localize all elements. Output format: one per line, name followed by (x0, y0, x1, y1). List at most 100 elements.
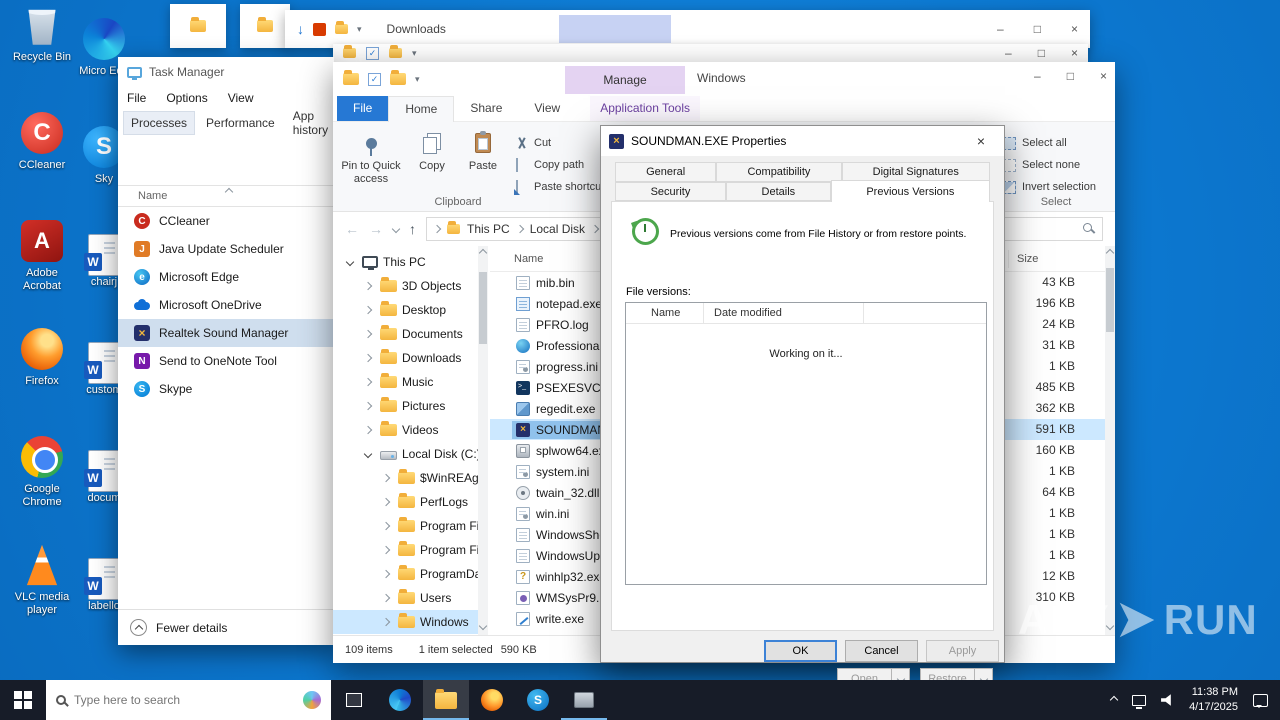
expander-icon[interactable] (363, 401, 373, 411)
back-button[interactable]: ← (345, 222, 359, 236)
expander-icon[interactable] (363, 329, 373, 339)
taskbar-clock[interactable]: 11:38 PM 4/17/2025 (1189, 685, 1238, 715)
desktop-icon-vlc-media-player[interactable]: VLC media player (6, 544, 78, 652)
menu-options[interactable]: Options (166, 91, 207, 105)
tab-performance[interactable]: Performance (199, 112, 282, 134)
taskbar-search[interactable] (46, 680, 331, 720)
column-header-date-modified[interactable]: Date modified (714, 307, 782, 319)
qat-new-folder-icon[interactable] (390, 70, 406, 85)
desktop-icon-google-chrome[interactable]: Google Chrome (6, 436, 78, 544)
maximize-icon[interactable]: □ (1067, 70, 1074, 82)
start-button[interactable] (0, 680, 46, 720)
show-hidden-icons-chevron[interactable] (1109, 695, 1119, 705)
expander-icon[interactable] (381, 569, 391, 579)
tree-item-local-disk-c[interactable]: Local Disk (C:) (333, 442, 478, 466)
tree-item-programdata[interactable]: ProgramData (333, 562, 478, 586)
scroll-up-icon[interactable] (1105, 248, 1115, 258)
network-icon[interactable] (1132, 694, 1147, 709)
column-header-name[interactable]: Name (118, 185, 334, 207)
minimize-icon[interactable]: – (1005, 47, 1012, 59)
tree-item-videos[interactable]: Videos (333, 418, 478, 442)
expander-icon[interactable] (363, 353, 373, 363)
tab-app-history[interactable]: App history (286, 105, 335, 141)
scrollbar-thumb[interactable] (479, 272, 487, 344)
menu-view[interactable]: View (228, 91, 254, 105)
expander-icon[interactable] (345, 257, 355, 267)
qat-dropdown-icon[interactable]: ▾ (412, 48, 417, 59)
expander-icon[interactable] (381, 521, 391, 531)
desktop-icon-ccleaner[interactable]: CCleaner (6, 112, 78, 220)
tree-item-3d-objects[interactable]: 3D Objects (333, 274, 478, 298)
file-versions-list[interactable]: Name Date modified Working on it... (625, 302, 987, 585)
column-header-size[interactable]: Size (1008, 250, 1038, 268)
scroll-down-icon[interactable] (1105, 621, 1115, 631)
qat-properties-icon[interactable] (368, 72, 381, 86)
tree-item-this-pc[interactable]: This PC (333, 250, 478, 274)
checkbox-icon[interactable] (366, 46, 379, 60)
qat-dropdown-icon[interactable]: ▾ (357, 24, 362, 35)
menu-file[interactable]: File (127, 91, 146, 105)
tree-item-program-files[interactable]: Program Files (333, 538, 478, 562)
expander-icon[interactable] (363, 449, 373, 459)
close-icon[interactable]: × (1071, 47, 1078, 59)
tab-share[interactable]: Share (454, 96, 518, 121)
expander-icon[interactable] (381, 617, 391, 627)
expander-icon[interactable] (363, 305, 373, 315)
close-icon[interactable]: × (1071, 23, 1078, 35)
dialog-tab-compatibility[interactable]: Compatibility (716, 162, 842, 182)
minimize-icon[interactable]: – (997, 23, 1004, 35)
paste-button[interactable]: Paste (459, 128, 507, 173)
expander-icon[interactable] (363, 281, 373, 291)
maximize-icon[interactable]: □ (1034, 23, 1041, 35)
cancel-button[interactable]: Cancel (845, 640, 918, 662)
taskbar-edge-button[interactable] (377, 680, 423, 720)
tab-file[interactable]: File (337, 96, 389, 121)
desktop-icon-recycle-bin[interactable]: Recycle Bin (6, 4, 78, 112)
tree-item-desktop[interactable]: Desktop (333, 298, 478, 322)
process-row-realtek-sound-manager[interactable]: Realtek Sound Manager (118, 319, 334, 347)
breadcrumb-local-disk[interactable]: Local Disk (530, 222, 585, 236)
invert-selection-button[interactable]: Invert selection (1003, 176, 1096, 198)
tab-home[interactable]: Home (388, 96, 455, 122)
expander-icon[interactable] (363, 377, 373, 387)
expander-icon[interactable] (381, 497, 391, 507)
dialog-tab-general[interactable]: General (615, 162, 717, 182)
background-explorer-window[interactable]: ▾ – □ × (333, 44, 1088, 62)
tree-item-perflogs[interactable]: PerfLogs (333, 490, 478, 514)
tree-item-downloads[interactable]: Downloads (333, 346, 478, 370)
expander-icon[interactable] (381, 545, 391, 555)
dialog-tab-digital-signatures[interactable]: Digital Signatures (841, 162, 990, 182)
column-header-name[interactable]: Name (651, 307, 680, 319)
tree-item-winreagent[interactable]: $WinREAgent (333, 466, 478, 490)
manage-contextual-group[interactable]: Manage (565, 66, 685, 94)
process-row-send-to-onenote-tool[interactable]: Send to OneNote Tool (118, 347, 334, 375)
background-window-fragment[interactable] (240, 4, 290, 48)
tab-view[interactable]: View (518, 96, 576, 121)
select-none-button[interactable]: Select none (1003, 154, 1080, 176)
up-button[interactable]: ↑ (409, 222, 416, 236)
breadcrumb-this-pc[interactable]: This PC (467, 222, 510, 236)
select-all-button[interactable]: Select all (1003, 132, 1067, 154)
search-input[interactable] (74, 693, 295, 707)
downloads-window[interactable]: ↓ ▾ Downloads – □ × (285, 10, 1090, 48)
qat-dropdown-icon[interactable]: ▾ (415, 74, 420, 85)
taskbar-explorer-button[interactable] (423, 680, 469, 720)
tab-application-tools[interactable]: Application Tools (590, 96, 701, 121)
process-row-java-update-scheduler[interactable]: Java Update Scheduler (118, 235, 334, 263)
task-view-button[interactable] (331, 680, 377, 720)
tab-processes[interactable]: Processes (123, 111, 196, 135)
desktop-icon-adobe-acrobat[interactable]: Adobe Acrobat (6, 220, 78, 328)
ok-button[interactable]: OK (764, 640, 837, 662)
process-row-ccleaner[interactable]: CCleaner (118, 207, 334, 235)
tree-item-windows[interactable]: Windows (333, 610, 478, 634)
taskbar-firefox-button[interactable] (469, 680, 515, 720)
expander-icon[interactable] (381, 593, 391, 603)
tree-item-documents[interactable]: Documents (333, 322, 478, 346)
recent-locations-icon[interactable] (391, 224, 401, 234)
close-icon[interactable]: × (966, 130, 996, 152)
scroll-up-icon[interactable] (478, 248, 488, 258)
action-center-icon[interactable] (1253, 693, 1268, 708)
fewer-details-button[interactable]: Fewer details (118, 609, 334, 645)
process-row-microsoft-onedrive[interactable]: Microsoft OneDrive (118, 291, 334, 319)
column-header-name[interactable]: Name (514, 253, 543, 265)
